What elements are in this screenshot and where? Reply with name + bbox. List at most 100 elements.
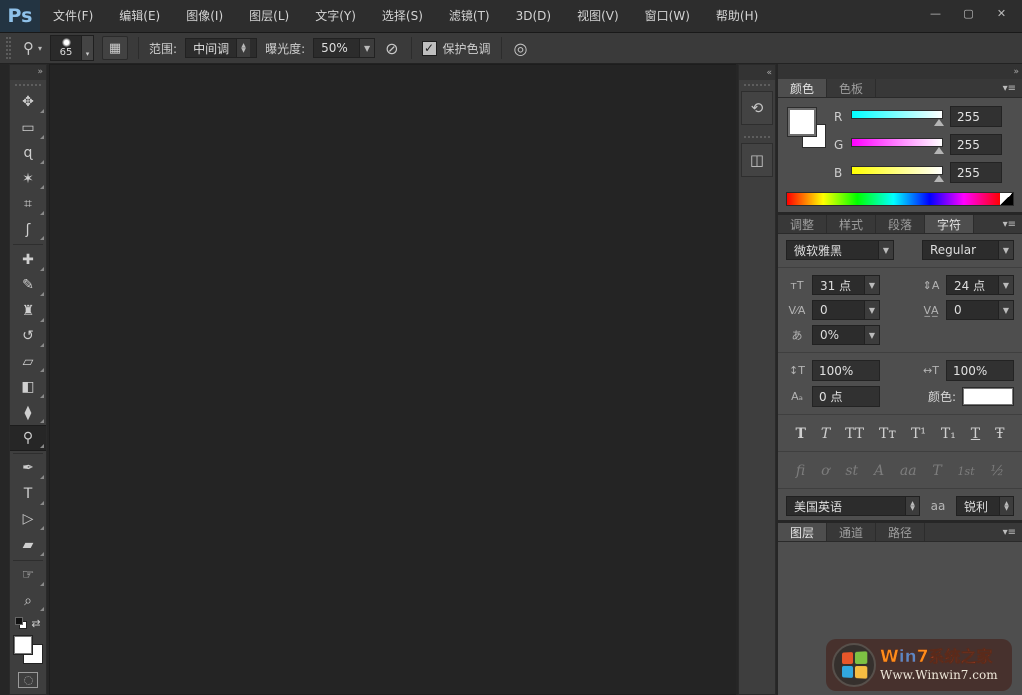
chevron-down-icon[interactable]: ▼ — [878, 241, 893, 259]
titling-alternates-button[interactable]: T — [928, 462, 945, 480]
tool-eyedropper[interactable]: ʃ — [10, 217, 46, 242]
green-slider[interactable] — [851, 137, 943, 153]
history-panel-button[interactable]: ⟲ — [741, 91, 773, 125]
strikethrough-button[interactable]: Ŧ — [991, 425, 1008, 443]
small-caps-button[interactable]: Tᴛ — [875, 425, 900, 443]
menu-edit[interactable]: 编辑(E) — [106, 0, 173, 32]
default-colors-icon[interactable] — [15, 617, 27, 629]
tab-adjustments[interactable]: 调整 — [778, 215, 827, 233]
horizontal-scale-field[interactable]: 100% — [946, 360, 1014, 381]
slider-thumb[interactable] — [934, 175, 944, 182]
collapse-to-icons-icon[interactable]: » — [1013, 67, 1018, 77]
tool-quick-selection[interactable]: ✶ — [10, 166, 46, 191]
tool-blur[interactable]: ⧫ — [10, 400, 46, 425]
menu-layer[interactable]: 图层(L) — [236, 0, 302, 32]
exposure-select[interactable]: 50% ▼ — [313, 38, 375, 58]
quick-mask-button[interactable] — [18, 672, 38, 688]
tsume-select[interactable]: 0% ▼ — [812, 325, 880, 345]
superscript-button[interactable]: T¹ — [907, 425, 930, 443]
tool-type[interactable]: T — [10, 481, 46, 506]
black-white-swatch[interactable] — [1000, 193, 1013, 205]
menu-file[interactable]: 文件(F) — [40, 0, 106, 32]
menu-help[interactable]: 帮助(H) — [703, 0, 771, 32]
drag-handle[interactable] — [15, 84, 41, 88]
contextual-alternates-button[interactable]: ơ — [817, 462, 833, 480]
menu-select[interactable]: 选择(S) — [369, 0, 436, 32]
spinner-icon[interactable]: ▲▼ — [905, 497, 919, 515]
default-colors-control[interactable]: ⇄ — [10, 613, 46, 633]
swash-button[interactable]: A — [870, 462, 888, 480]
close-button[interactable]: ✕ — [987, 4, 1016, 22]
baseline-shift-field[interactable]: 0 点 — [812, 386, 880, 407]
tab-swatches[interactable]: 色板 — [827, 79, 876, 97]
font-style-select[interactable]: Regular ▼ — [922, 240, 1014, 260]
chevron-down-icon[interactable]: ▼ — [864, 276, 879, 294]
tool-rectangle[interactable]: ▰ — [10, 532, 46, 557]
swap-colors-icon[interactable]: ⇄ — [31, 617, 40, 630]
subscript-button[interactable]: T₁ — [937, 425, 960, 443]
tool-crop[interactable]: ⌗ — [10, 191, 46, 216]
vertical-scale-field[interactable]: 100% — [812, 360, 880, 381]
dock-strip-header[interactable]: « — [739, 65, 775, 80]
tab-paragraph[interactable]: 段落 — [876, 215, 925, 233]
expand-panels-icon[interactable]: « — [766, 68, 771, 78]
airbrush-icon[interactable]: ⊘ — [383, 39, 400, 58]
underline-button[interactable]: T — [967, 425, 984, 443]
foreground-background-swatches[interactable] — [13, 635, 43, 664]
chevron-down-icon[interactable]: ▼ — [998, 301, 1013, 319]
blue-slider[interactable] — [851, 165, 943, 181]
tablet-pressure-icon[interactable]: ◎ — [512, 39, 530, 58]
minimize-button[interactable]: — — [921, 4, 950, 22]
chevron-down-icon[interactable]: ▾ — [81, 36, 93, 60]
maximize-button[interactable]: ▢ — [954, 4, 983, 22]
discretionary-ligatures-button[interactable]: st — [841, 462, 862, 480]
brush-preset-picker[interactable]: 65 ▾ — [50, 35, 94, 61]
language-select[interactable]: 美国英语 ▲▼ — [786, 496, 920, 516]
red-value-field[interactable]: 255 — [950, 106, 1002, 127]
tab-character[interactable]: 字符 — [925, 215, 974, 233]
anti-alias-select[interactable]: 锐利 ▲▼ — [956, 496, 1014, 516]
all-caps-button[interactable]: TT — [841, 425, 868, 443]
panel-menu-icon[interactable]: ▾≡ — [1003, 79, 1022, 97]
foreground-color-swatch[interactable] — [13, 635, 33, 655]
dock-header[interactable]: » — [778, 64, 1022, 79]
slider-thumb[interactable] — [934, 147, 944, 154]
tracking-select[interactable]: 0 ▼ — [946, 300, 1014, 320]
fractions-button[interactable]: ½ — [986, 462, 1008, 480]
font-size-select[interactable]: 31 点 ▼ — [812, 275, 880, 295]
menu-image[interactable]: 图像(I) — [173, 0, 236, 32]
options-bar-gripper[interactable] — [6, 37, 11, 59]
faux-italic-button[interactable]: T — [817, 425, 834, 443]
font-family-select[interactable]: 微软雅黑 ▼ — [786, 240, 894, 260]
tool-clone-stamp[interactable]: ♜ — [10, 298, 46, 323]
stylistic-alternates-button[interactable]: aa — [896, 462, 921, 480]
collapse-panel-icon[interactable]: » — [37, 67, 42, 77]
tool-pen[interactable]: ✒ — [10, 456, 46, 481]
blue-value-field[interactable]: 255 — [950, 162, 1002, 183]
red-slider[interactable] — [851, 109, 943, 125]
menu-3d[interactable]: 3D(D) — [503, 0, 564, 32]
tool-lasso[interactable]: ɋ — [10, 141, 46, 166]
tool-path-selection[interactable]: ▷ — [10, 507, 46, 532]
tool-paint-bucket[interactable]: ◧ — [10, 374, 46, 399]
checkbox-checked-icon[interactable]: ✓ — [422, 41, 437, 56]
drag-handle[interactable] — [744, 84, 770, 88]
spinner-icon[interactable]: ▲▼ — [236, 39, 250, 57]
spinner-icon[interactable]: ▲▼ — [999, 497, 1013, 515]
color-swatch-pair[interactable] — [788, 108, 826, 148]
tool-marquee[interactable]: ▭ — [10, 115, 46, 140]
slider-thumb[interactable] — [934, 119, 944, 126]
tool-eraser[interactable]: ▱ — [10, 349, 46, 374]
toggle-brush-panel-button[interactable]: ▦ — [102, 36, 128, 60]
tool-brush[interactable]: ✎ — [10, 273, 46, 298]
menu-filter[interactable]: 滤镜(T) — [436, 0, 503, 32]
canvas-area[interactable] — [49, 64, 736, 695]
tool-dodge[interactable]: ⚲ — [10, 425, 46, 450]
range-select[interactable]: 中间调 ▲▼ — [185, 38, 257, 58]
tool-move[interactable]: ✥ — [10, 90, 46, 115]
tool-zoom[interactable]: ⌕ — [10, 588, 46, 613]
color-spectrum-ramp[interactable] — [786, 192, 1014, 206]
text-color-swatch[interactable] — [962, 387, 1014, 406]
tool-hand[interactable]: ☞ — [10, 563, 46, 588]
panel-menu-icon[interactable]: ▾≡ — [1003, 523, 1022, 541]
